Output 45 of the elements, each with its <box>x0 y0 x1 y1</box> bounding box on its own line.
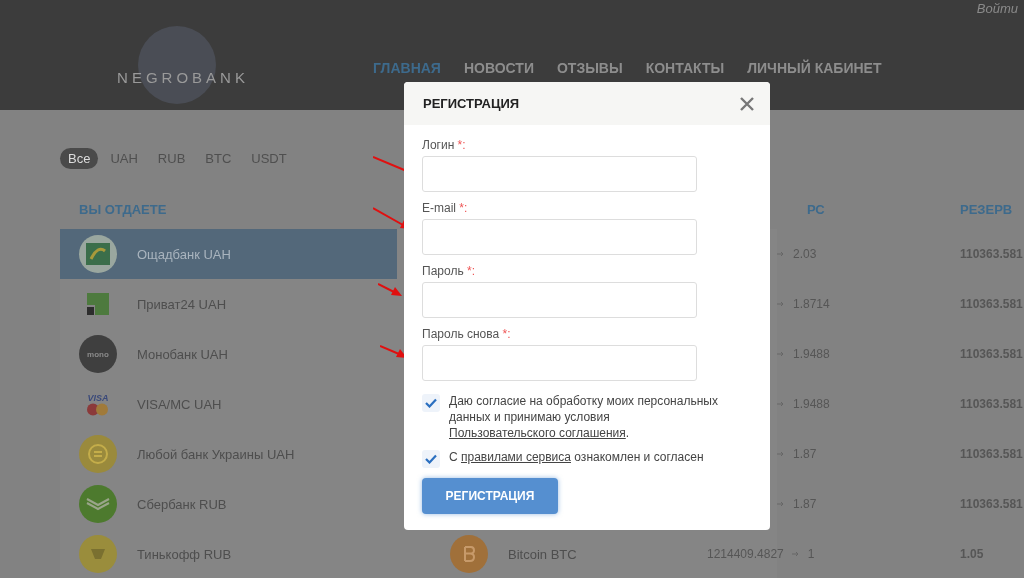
close-button[interactable] <box>740 96 754 111</box>
field-label: Пароль снова *: <box>422 327 512 341</box>
nav-link[interactable]: НОВОСТИ <box>463 60 534 76</box>
logo-text[interactable]: NEGROBANK <box>117 69 249 86</box>
bank-logo-icon <box>79 235 117 273</box>
arrow-icon <box>777 401 785 407</box>
column-header: ВЫ ОТДАЕТЕ <box>79 200 167 219</box>
bank-logo-icon <box>79 535 117 573</box>
annotation-arrow <box>380 345 407 358</box>
arrow-icon <box>777 301 785 307</box>
input-field[interactable] <box>422 156 697 192</box>
arrow-icon <box>791 551 800 557</box>
nav-link[interactable]: КОНТАКТЫ <box>645 60 725 76</box>
input-field[interactable] <box>422 282 697 318</box>
consent-text: Даю согласие на обработку моих персональных данных и принимаю условия Пользовательского соглашения. <box>449 393 719 441</box>
arrow-icon <box>777 451 785 457</box>
nav-link[interactable]: ГЛАВНАЯ <box>373 60 441 76</box>
field-label: E-mail *: <box>422 201 469 215</box>
column-header: РЕЗЕРВ <box>960 200 1013 219</box>
annotation-arrow <box>378 283 402 296</box>
terms-link[interactable]: Пользовательского соглашения <box>449 426 626 440</box>
currency-filter[interactable]: Все <box>60 148 99 169</box>
login-link[interactable]: Войти <box>976 1 1018 16</box>
bitcoin-icon <box>450 535 488 573</box>
dialog-title: РЕГИСТРАЦИЯ <box>423 96 520 111</box>
checkbox[interactable] <box>422 450 440 468</box>
nav-link[interactable]: ОТЗЫВЫ <box>556 60 623 76</box>
input-field[interactable] <box>422 219 697 255</box>
arrow-icon <box>777 251 785 257</box>
currency-name: Ощадбанк UAH <box>137 246 231 262</box>
consent-text: С правилами сервиса ознакомлен и согласен <box>449 449 705 465</box>
coin-icon <box>79 435 117 473</box>
checkbox[interactable] <box>422 394 440 412</box>
terms-link[interactable]: правилами сервиса <box>461 450 571 464</box>
nav-link[interactable]: ЛИЧНЫЙ КАБИНЕТ <box>747 60 882 76</box>
input-field[interactable] <box>422 345 697 381</box>
column-header: РС <box>807 200 825 219</box>
bank-logo-icon: mono <box>79 335 117 373</box>
register-button[interactable]: РЕГИСТРАЦИЯ <box>422 478 558 514</box>
field-label: Пароль *: <box>422 264 476 278</box>
arrow-icon <box>777 351 785 357</box>
arrow-icon <box>777 501 785 507</box>
currency-item[interactable]: Ощадбанк UAH <box>60 229 397 279</box>
field-label: Логин *: <box>422 138 467 152</box>
bank-logo-icon <box>79 485 117 523</box>
